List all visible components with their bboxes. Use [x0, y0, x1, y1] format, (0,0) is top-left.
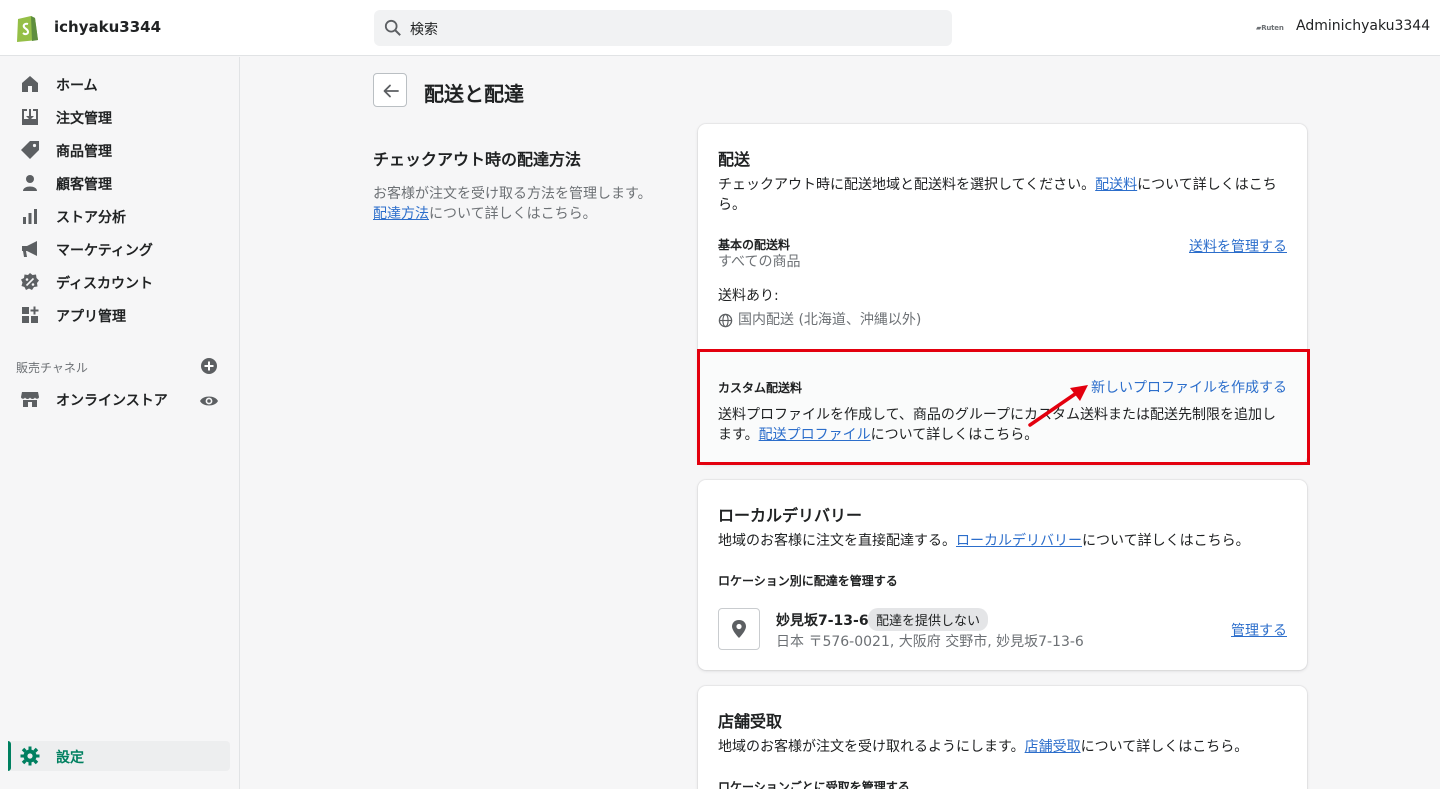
local-delivery-link[interactable]: ローカルデリバリー: [956, 533, 1082, 549]
orders-icon: [22, 109, 38, 125]
shipping-zone-name: 国内配送 (北海道、沖縄以外): [738, 312, 922, 328]
sales-channels-label: 販売チャネル: [16, 361, 88, 375]
page-title: 配送と配達: [424, 82, 524, 106]
sidebar-item-apps[interactable]: アプリ管理: [8, 300, 230, 330]
shipping-rates-link[interactable]: 配送料: [1095, 177, 1137, 193]
sidebar-item-label: 設定: [56, 750, 84, 766]
shipping-card-title: 配送: [718, 150, 751, 169]
sidebar-item-label: マーケティング: [56, 243, 153, 259]
sidebar: ホーム 注文管理 商品管理 顧客管理 ストア分析 マーケティング ディスカウント…: [0, 57, 240, 789]
store-pickup-title: 店舗受取: [718, 712, 783, 731]
apps-icon: [22, 306, 39, 323]
sidebar-item-label: 商品管理: [56, 144, 112, 160]
sidebar-item-label: ホーム: [56, 78, 98, 94]
sidebar-item-label: オンラインストア: [56, 393, 168, 409]
local-delivery-title: ローカルデリバリー: [718, 506, 863, 525]
sidebar-item-label: ディスカウント: [56, 276, 154, 292]
shipping-desc-text: チェックアウト時に配送地域と配送料を選択してください。: [718, 177, 1096, 193]
search-input[interactable]: 検索: [410, 19, 438, 39]
megaphone-icon: [22, 241, 37, 257]
eye-icon[interactable]: [199, 391, 219, 411]
store-pickup-card: 店舗受取 地域のお客様が注文を受け取れるようにします。店舗受取について詳しくはこ…: [698, 686, 1307, 789]
sidebar-item-settings[interactable]: 設定: [8, 741, 230, 771]
manage-pickup-label: ロケーションごとに受取を管理する: [718, 780, 910, 789]
sidebar-item-products[interactable]: 商品管理: [8, 135, 230, 165]
arrow-left-icon: [383, 84, 399, 98]
account-logo: ▰Ruten: [1256, 24, 1284, 32]
analytics-icon: [23, 209, 37, 224]
store-name[interactable]: ichyaku3344: [54, 18, 161, 36]
local-delivery-card: ローカルデリバリー 地域のお客様に注文を直接配達する。ローカルデリバリーについて…: [698, 480, 1307, 670]
location-icon-box: [718, 608, 760, 650]
basic-rates-label: 基本の配送料: [718, 238, 791, 252]
section-description-suffix: について詳しくはこちら。: [429, 206, 597, 222]
pickup-desc-suffix: について詳しくはこちら。: [1080, 739, 1249, 755]
rates-label: 送料あり:: [718, 288, 779, 304]
sidebar-item-customers[interactable]: 顧客管理: [8, 168, 230, 198]
annotation-highlight-box: [697, 349, 1310, 465]
sidebar-item-label: アプリ管理: [56, 309, 126, 325]
section-description-text: お客様が注文を受け取る方法を管理します。: [373, 186, 652, 202]
status-badge: 配達を提供しない: [868, 608, 989, 631]
location-address: 日本 〒576-0021, 大阪府 交野市, 妙見坂7-13-6: [776, 634, 1084, 650]
gear-icon: [20, 746, 40, 766]
globe-icon: [718, 313, 733, 327]
customer-icon: [23, 175, 37, 191]
account-logo-text: Ruten: [1261, 24, 1284, 32]
add-channel-icon[interactable]: [200, 357, 218, 375]
account-name[interactable]: Adminichyaku3344: [1296, 18, 1430, 34]
section-description: お客様が注文を受け取る方法を管理します。 配達方法について詳しくはこちら。: [373, 184, 663, 224]
local-delivery-description: 地域のお客様に注文を直接配達する。ローカルデリバリーについて詳しくはこちら。: [718, 531, 1288, 551]
tag-icon: [21, 141, 39, 159]
delivery-methods-link[interactable]: 配達方法: [373, 206, 429, 222]
pickup-desc-text: 地域のお客様が注文を受け取れるようにします。: [718, 739, 1025, 755]
sidebar-item-discounts[interactable]: ディスカウント: [8, 267, 230, 297]
section-title: チェックアウト時の配達方法: [373, 150, 582, 169]
sidebar-item-label: 注文管理: [56, 111, 112, 127]
store-icon: [21, 392, 39, 407]
sidebar-item-home[interactable]: ホーム: [8, 69, 230, 99]
manage-by-location-label: ロケーション別に配達を管理する: [718, 574, 898, 588]
active-indicator: [8, 741, 11, 771]
sidebar-item-orders[interactable]: 注文管理: [8, 102, 230, 132]
sidebar-item-marketing[interactable]: マーケティング: [8, 234, 230, 264]
manage-location-link[interactable]: 管理する: [1231, 620, 1287, 640]
annotation-arrow-icon: [1028, 385, 1088, 427]
sidebar-item-label: ストア分析: [56, 210, 126, 226]
search-bar[interactable]: 検索: [374, 10, 952, 46]
manage-rates-link[interactable]: 送料を管理する: [1189, 236, 1287, 256]
shopify-logo-icon[interactable]: [14, 13, 40, 42]
local-desc-suffix: について詳しくはこちら。: [1082, 533, 1250, 549]
local-desc-text: 地域のお客様に注文を直接配達する。: [718, 533, 956, 549]
home-icon: [22, 76, 38, 92]
sidebar-item-analytics[interactable]: ストア分析: [8, 201, 230, 231]
shipping-zone: 国内配送 (北海道、沖縄以外): [718, 310, 1288, 330]
store-pickup-link[interactable]: 店舗受取: [1025, 739, 1081, 755]
location-pin-icon: [732, 620, 746, 638]
sidebar-item-online-store[interactable]: オンラインストア: [8, 384, 230, 414]
store-pickup-description: 地域のお客様が注文を受け取れるようにします。店舗受取について詳しくはこちら。: [718, 737, 1288, 757]
top-bar: ichyaku3344 検索 ▰Ruten Adminichyaku3344: [0, 0, 1440, 56]
back-button[interactable]: [373, 73, 407, 107]
sidebar-item-label: 顧客管理: [56, 177, 112, 193]
search-icon: [384, 19, 401, 36]
location-name: 妙見坂7-13-6: [776, 613, 869, 629]
discount-icon: [21, 273, 39, 290]
shipping-card-description: チェックアウト時に配送地域と配送料を選択してください。配送料について詳しくはこち…: [718, 175, 1288, 215]
